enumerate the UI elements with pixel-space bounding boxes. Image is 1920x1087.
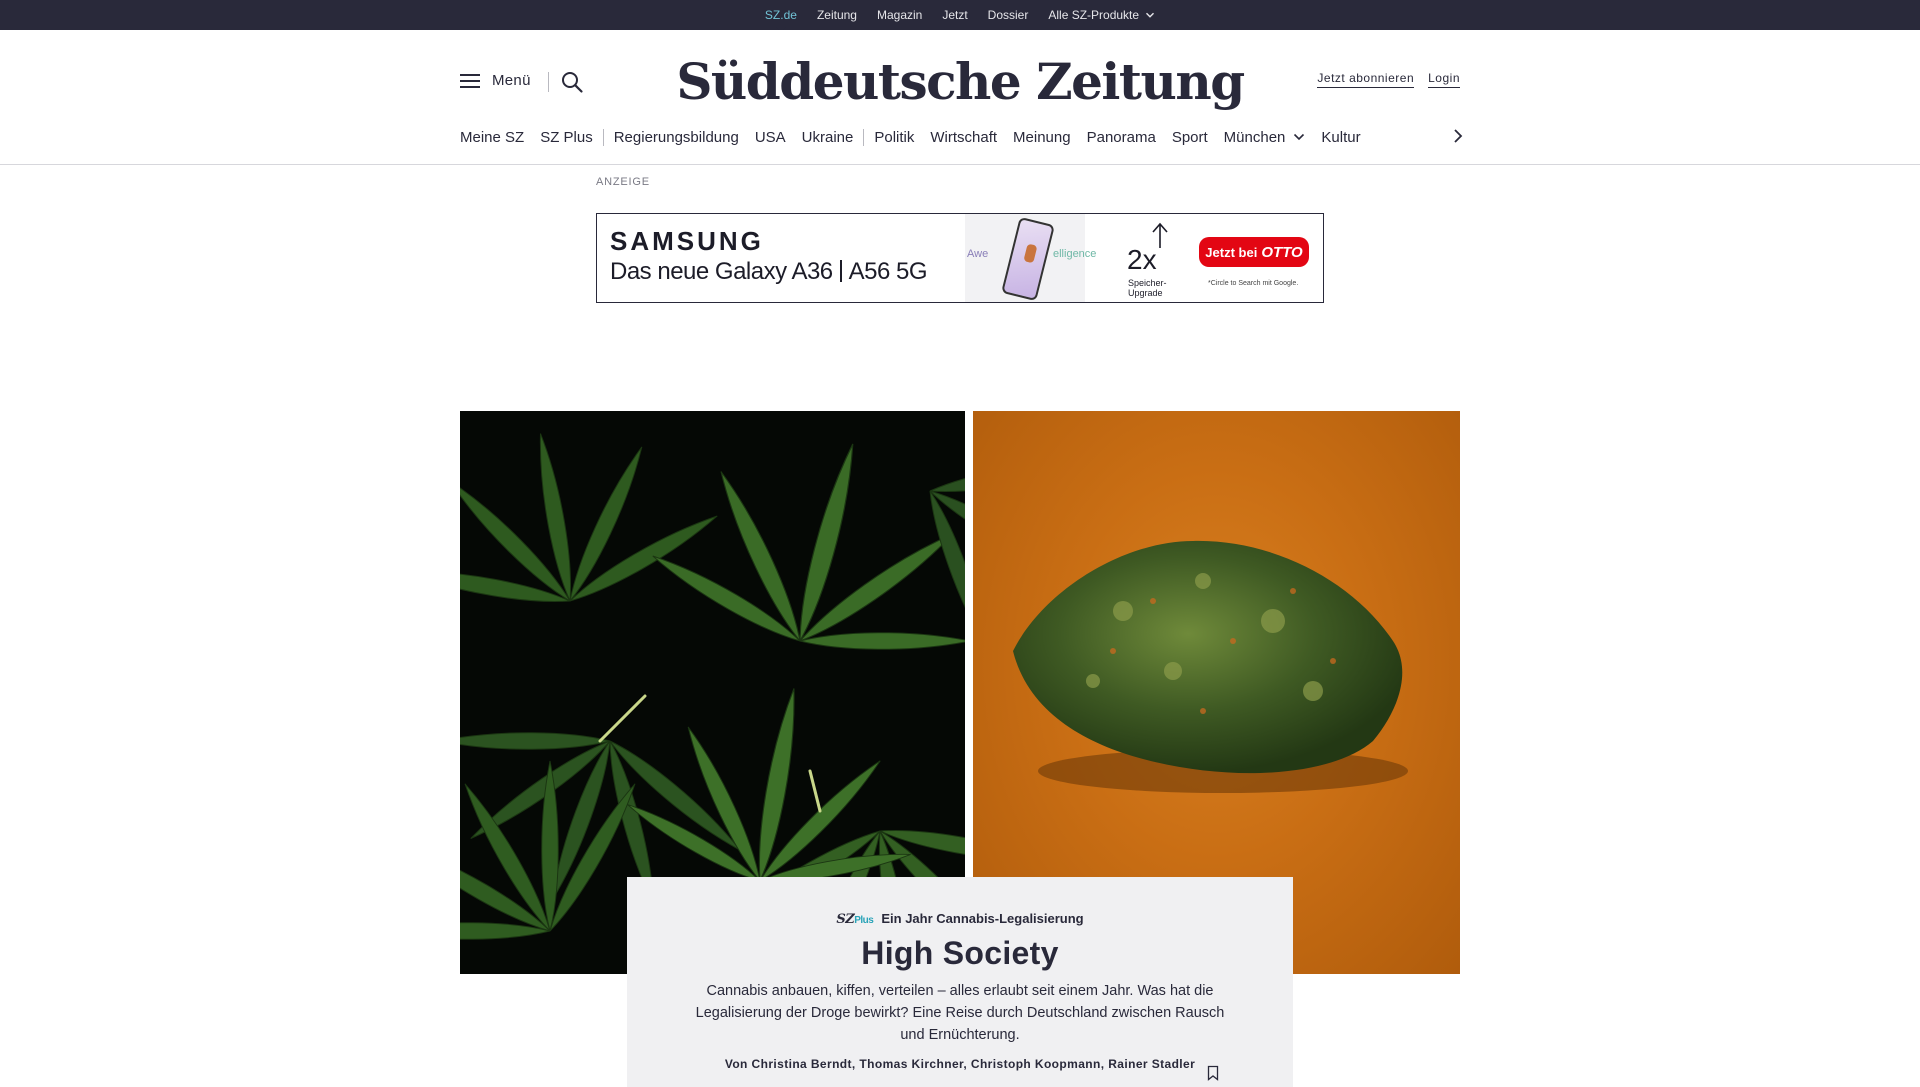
article-byline: Von Christina Berndt, Thomas Kirchner, C… — [724, 1057, 1196, 1071]
otto-logo: OTTO — [1261, 243, 1303, 261]
ad-faded-text-right: elligence — [1053, 248, 1097, 260]
ad-product-image: Awe elligence — [965, 214, 1096, 302]
ad-footnote: *Circle to Search mit Google. — [1208, 280, 1299, 287]
product-link-jetzt[interactable]: Jetzt — [942, 8, 967, 22]
product-link-szde[interactable]: SZ.de — [765, 8, 797, 32]
sz-plus-badge: SZPlus — [836, 912, 874, 927]
menu-button[interactable]: Menü — [460, 72, 531, 89]
login-link[interactable]: Login — [1428, 71, 1460, 88]
hamburger-icon — [460, 73, 480, 89]
ad-cta-prefix: Jetzt bei — [1205, 244, 1258, 260]
sz-plus-badge-sz: SZ — [836, 912, 855, 927]
product-link-dossier[interactable]: Dossier — [988, 8, 1029, 22]
nav-item-ukraine[interactable]: Ukraine — [794, 128, 865, 146]
chevron-right-icon[interactable] — [1450, 126, 1466, 146]
ad-upgrade-badge: 2x Speicher-Upgrade — [1099, 222, 1179, 298]
product-link-alle-produkte[interactable]: Alle SZ-Produkte — [1048, 8, 1155, 22]
ad-headline: Das neue Galaxy A36 A56 5G — [610, 258, 928, 286]
ad-headline-part2: A56 5G — [848, 258, 928, 285]
site-logo[interactable]: Süddeutsche Zeitung — [676, 46, 1245, 116]
ad-cta-button[interactable]: Jetzt bei OTTO — [1199, 237, 1309, 267]
nav-item-usa[interactable]: USA — [747, 129, 794, 146]
main-navigation: Meine SZ SZ Plus Regierungsbildung USA U… — [460, 122, 1460, 152]
nav-item-regierungsbildung[interactable]: Regierungsbildung — [606, 129, 747, 146]
ad-upgrade-text: Speicher-Upgrade — [1128, 278, 1167, 298]
divider — [839, 260, 842, 282]
nav-item-muenchen[interactable]: München — [1216, 129, 1314, 146]
subscribe-link[interactable]: Jetzt abonnieren — [1317, 71, 1415, 88]
ad-headline-part1: Das neue Galaxy A36 — [610, 258, 833, 285]
nav-item-wirtschaft[interactable]: Wirtschaft — [922, 129, 1005, 146]
nav-item-politik[interactable]: Politik — [866, 129, 922, 146]
kicker-row: SZPlus Ein Jahr Cannabis-Legalisierung — [627, 911, 1293, 927]
product-links: SZ.de Zeitung Magazin Jetzt Dossier Alle… — [0, 0, 1920, 32]
ad-label: ANZEIGE — [596, 176, 650, 188]
nav-item-meinung[interactable]: Meinung — [1005, 129, 1079, 146]
nav-item-panorama[interactable]: Panorama — [1079, 129, 1164, 146]
article-title[interactable]: High Society — [627, 935, 1293, 972]
nav-item-sport[interactable]: Sport — [1164, 129, 1216, 146]
sz-plus-badge-plus: Plus — [854, 915, 874, 926]
ad-upgrade-big: 2x — [1127, 244, 1157, 275]
ad-faded-text-left: Awe — [967, 248, 989, 260]
nav-item-meine-sz[interactable]: Meine SZ — [460, 129, 532, 146]
article-teaser-card[interactable]: SZPlus Ein Jahr Cannabis-Legalisierung H… — [627, 877, 1293, 1087]
search-icon[interactable] — [560, 70, 584, 94]
article-kicker: Ein Jahr Cannabis-Legalisierung — [881, 911, 1084, 926]
chevron-down-icon — [1294, 133, 1305, 141]
chevron-down-icon — [1146, 12, 1155, 18]
account-links: Jetzt abonnieren Login — [1317, 71, 1460, 88]
menu-label: Menü — [492, 72, 531, 89]
product-link-zeitung[interactable]: Zeitung — [817, 8, 857, 22]
nav-item-muenchen-label: München — [1223, 128, 1286, 146]
nav-item-sz-plus[interactable]: SZ Plus — [532, 128, 604, 146]
bookmark-icon[interactable] — [1207, 1065, 1219, 1081]
ad-banner[interactable]: SAMSUNG Das neue Galaxy A36 A56 5G Awe el… — [596, 213, 1324, 303]
product-bar: SZ.de Zeitung Magazin Jetzt Dossier Alle… — [0, 0, 1920, 32]
divider — [548, 72, 549, 92]
site-header: Menü Süddeutsche Zeitung Jetzt abonniere… — [0, 30, 1920, 165]
phone-image — [1001, 216, 1055, 302]
product-link-alle-produkte-label: Alle SZ-Produkte — [1048, 8, 1140, 22]
article-teaser: Cannabis anbauen, kiffen, verteilen – al… — [695, 983, 1225, 1043]
product-link-magazin[interactable]: Magazin — [877, 8, 922, 22]
nav-item-kultur[interactable]: Kultur — [1313, 129, 1368, 146]
ad-brand: SAMSUNG — [610, 226, 764, 256]
